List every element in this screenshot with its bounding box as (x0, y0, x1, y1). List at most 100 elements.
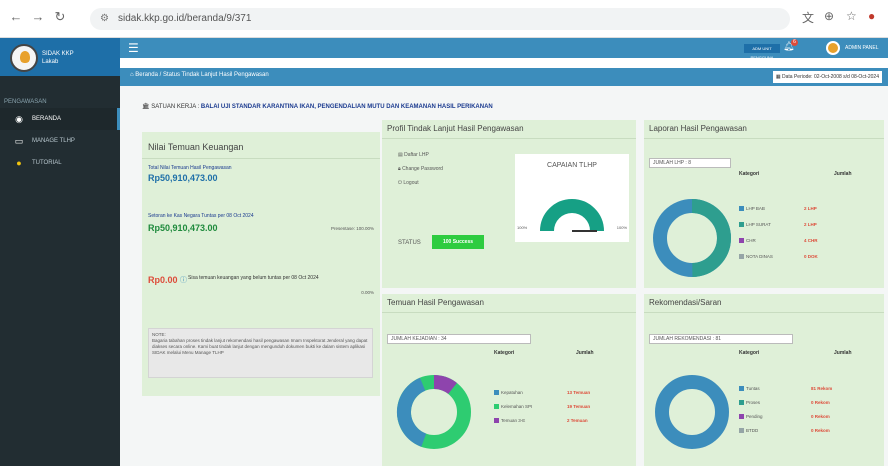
menu-daftar-lhp[interactable]: ▤ Daftar LHP (398, 152, 429, 158)
keuangan-card: Nilai Temuan Keuangan Total Nilai Temuan… (142, 132, 380, 396)
gauge-arc (540, 199, 604, 232)
menu-logout[interactable]: ⏻ Logout (398, 180, 419, 186)
rekomendasi-donut (655, 375, 729, 449)
sidebar-item-manage-tlhp[interactable]: ▭ MANAGE TLHP (0, 130, 120, 152)
back-icon[interactable]: ← (8, 9, 24, 25)
satuan-value: BALAI UJI STANDAR KARANTINA IKAN, PENGEN… (200, 104, 493, 110)
sidebar-item-beranda[interactable]: ◉ BERANDA (0, 108, 120, 130)
legend-item: Temuan 3-E (494, 418, 525, 423)
card-title: Nilai Temuan Keuangan (148, 142, 244, 152)
note-text: Bagaria tabahan proses tindak lanjut rek… (152, 338, 368, 355)
card-title: Profil Tindak Lanjut Hasil Pengawasan (387, 124, 524, 133)
sidebar-item-label: BERANDA (32, 116, 62, 122)
address-bar[interactable]: ⚙ sidak.kkp.go.id/beranda/9/371 (90, 8, 790, 30)
legend-swatch (739, 386, 744, 391)
col-jumlah: Jumlah (576, 350, 594, 356)
sisa-percent: 0.00% (361, 290, 374, 295)
gauge-min: 100% (517, 225, 528, 230)
sidebar-header: PENGAWASAN (4, 99, 47, 105)
setoran-label: Setoran ke Kas Negara Tuntas per 08 Oct … (148, 213, 254, 219)
setoran-value: Rp50,910,473.00 (148, 223, 218, 233)
card-title: Laporan Hasil Pengawasan (649, 124, 747, 133)
legend-value: 13 Temuan (567, 390, 591, 395)
legend-label: CHR (746, 238, 756, 243)
legend-value: 81 Rekom (811, 386, 833, 391)
logo-icon (10, 44, 38, 72)
jumlah-kejadian-field: JUMLAH KEJADIAN : 34 (387, 334, 531, 344)
breadcrumb-text: Beranda / Status Tindak Lanjut Hasil Pen… (135, 72, 269, 78)
translate-icon[interactable]: 文 (802, 9, 814, 26)
site-info-icon[interactable]: ⚙ (100, 8, 109, 30)
legend-swatch (739, 400, 744, 405)
gauge-title: CAPAIAN TLHP (547, 162, 597, 169)
card-title: Rekomendasi/Saran (649, 298, 722, 307)
legend-item: BTDD (739, 428, 758, 433)
menu-change-password[interactable]: 🔒︎ Change Password (398, 166, 443, 172)
user-name[interactable]: ADMIN PANEL (845, 45, 879, 51)
profil-card: Profil Tindak Lanjut Hasil Pengawasan ▤ … (382, 120, 636, 288)
avatar[interactable] (826, 41, 840, 55)
monitor-icon: ▭ (14, 136, 24, 146)
gauge-chart (540, 199, 604, 232)
brand[interactable]: SIDAK KKP Lakab (0, 38, 120, 76)
legend-swatch (739, 254, 744, 259)
bookmark-star-icon[interactable]: ☆ (846, 9, 857, 23)
legend-swatch (739, 206, 744, 211)
legend-label: Proses (746, 400, 761, 405)
col-kategori: Kategori (494, 350, 515, 356)
brand-title: SIDAK KKP (42, 51, 74, 57)
browser-chrome: ← → ↻ ⚙ sidak.kkp.go.id/beranda/9/371 文 … (0, 0, 888, 38)
legend-item: Tuntas (739, 386, 760, 391)
sidebar-item-tutorial[interactable]: ● TUTORIAL (0, 152, 120, 174)
legend-swatch (739, 414, 744, 419)
help-icon: ● (16, 158, 22, 168)
legend-value: 0 Rekom (811, 428, 830, 433)
col-jumlah: Jumlah (834, 350, 852, 356)
jumlah-lhp-field: JUMLAH LHP : 8 (649, 158, 731, 168)
legend-item: CHR (739, 238, 756, 243)
legend-swatch (739, 222, 744, 227)
menu-label: Change Password (402, 166, 443, 172)
reload-icon[interactable]: ↻ (52, 9, 68, 25)
donut-segment-blue (655, 375, 729, 449)
legend-swatch (739, 238, 744, 243)
rekomendasi-card: Rekomendasi/Saran JUMLAH REKOMENDASI : 8… (644, 294, 884, 466)
legend-item: Proses (739, 400, 760, 405)
total-label: Total Nilai Temuan Hasil Pengawasan (148, 165, 232, 171)
status-button[interactable]: 100 Success (432, 235, 484, 249)
info-icon: ⓘ (180, 277, 187, 284)
legend-swatch (494, 404, 499, 409)
top-navbar: ☰ ADM UNIT PENGGUNA 🔔︎ 6 ADMIN PANEL (120, 38, 888, 60)
laporan-card: Laporan Hasil Pengawasan JUMLAH LHP : 8 … (644, 120, 884, 288)
legend-item: NOTA DINAS (739, 254, 773, 259)
legend-label: LHP SURAT (746, 222, 771, 227)
temuan-donut (397, 375, 471, 449)
legend-value: 2 LHP (804, 222, 817, 227)
col-kategori: Kategori (739, 171, 760, 177)
zoom-icon[interactable]: ⊕ (824, 9, 834, 23)
dashboard-icon: ◉ (15, 114, 23, 124)
legend-item: LHP SURAT (739, 222, 771, 227)
forward-icon[interactable]: → (30, 9, 46, 25)
legend-label: Tuntas (746, 386, 760, 391)
period-badge: ▦ Data Periode: 02-Oct-2008 s/d 08-Oct-2… (772, 71, 882, 83)
menu-label: Daftar LHP (404, 152, 429, 158)
legend-swatch (739, 428, 744, 433)
persentase: Presentase: 100.00% (330, 226, 374, 231)
breadcrumb-bar: ⌂ Beranda / Status Tindak Lanjut Hasil P… (120, 68, 888, 86)
legend-item: LHP BAB (739, 206, 765, 211)
jumlah-rekomendasi-field: JUMLAH REKOMENDASI : 81 (649, 334, 793, 344)
legend-item: Pending (739, 414, 763, 419)
legend-value: 2 LHP (804, 206, 817, 211)
legend-label: Pending (746, 414, 763, 419)
legend-value: 0 Rekom (811, 414, 830, 419)
main-content: 🏛︎ SATUAN KERJA : BALAI UJI STANDAR KARA… (120, 86, 888, 466)
gauge-panel: CAPAIAN TLHP 100% 100% (515, 154, 629, 242)
menu-label: Logout (403, 180, 419, 186)
breadcrumb[interactable]: ⌂ Beranda / Status Tindak Lanjut Hasil P… (130, 72, 269, 78)
profile-icon[interactable]: ● (868, 9, 875, 23)
legend-label: Temuan 3-E (501, 418, 526, 423)
menu-toggle-icon[interactable]: ☰ (128, 41, 139, 55)
sidebar-item-label: TUTORIAL (32, 160, 62, 166)
note-box: NOTE: Bagaria tabahan proses tindak lanj… (148, 328, 373, 378)
